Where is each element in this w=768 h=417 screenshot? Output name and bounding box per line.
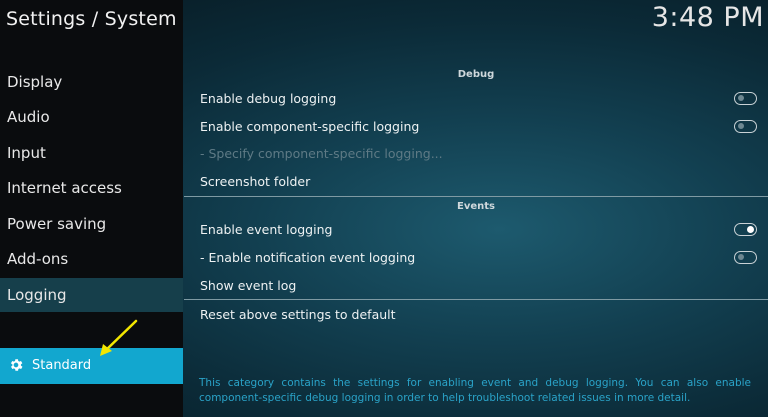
section-header-debug: Debug [457, 69, 495, 80]
toggle-knob [738, 123, 744, 129]
sidebar: Settings / System Display Audio Input In… [0, 0, 183, 417]
annotation-arrow-icon [100, 319, 138, 356]
setting-label: Enable event logging [200, 222, 333, 237]
setting-show-event-log[interactable]: Show event log [200, 275, 760, 297]
sidebar-item-logging[interactable]: Logging [0, 278, 183, 312]
settings-screen: Settings / System Display Audio Input In… [0, 0, 768, 417]
toggle-component-logging[interactable] [734, 120, 757, 133]
setting-label: - Specify component-specific logging... [200, 146, 443, 161]
toggle-debug-logging[interactable] [734, 92, 757, 105]
setting-enable-component-logging[interactable]: Enable component-specific logging [200, 116, 760, 138]
gear-icon [10, 359, 23, 371]
setting-enable-debug-logging[interactable]: Enable debug logging [200, 88, 760, 110]
page-title: Settings / System [6, 8, 177, 30]
toggle-knob [738, 95, 744, 101]
toggle-notification-event-logging[interactable] [734, 251, 757, 264]
clock: 3:48 PM [651, 2, 764, 33]
sidebar-item-add-ons[interactable]: Add-ons [0, 242, 183, 276]
setting-label: Screenshot folder [200, 174, 311, 189]
setting-enable-event-logging[interactable]: Enable event logging [200, 219, 760, 241]
sidebar-item-input[interactable]: Input [0, 136, 183, 170]
setting-enable-notification-event-logging[interactable]: - Enable notification event logging [200, 247, 760, 269]
settings-level-label: Standard [32, 358, 92, 373]
setting-label: Reset above settings to default [200, 307, 396, 322]
toggle-knob [738, 254, 744, 260]
toggle-event-logging[interactable] [734, 223, 757, 236]
setting-specify-component-logging: - Specify component-specific logging... [200, 143, 760, 165]
section-divider [184, 299, 768, 300]
setting-label: Enable component-specific logging [200, 119, 420, 134]
sidebar-item-internet-access[interactable]: Internet access [0, 171, 183, 205]
section-header-events: Events [457, 201, 495, 212]
reset-settings-button[interactable]: Reset above settings to default [200, 304, 760, 326]
sidebar-item-display[interactable]: Display [0, 65, 183, 99]
setting-label: Enable debug logging [200, 91, 337, 106]
setting-label: - Enable notification event logging [200, 250, 416, 265]
setting-label: Show event log [200, 278, 297, 293]
toggle-knob [747, 225, 754, 233]
sidebar-item-audio[interactable]: Audio [0, 100, 183, 134]
sidebar-item-power-saving[interactable]: Power saving [0, 207, 183, 241]
settings-level-button[interactable]: Standard [0, 348, 183, 384]
section-divider [184, 196, 768, 197]
category-description: This category contains the settings for … [199, 377, 751, 404]
setting-screenshot-folder[interactable]: Screenshot folder [200, 171, 760, 193]
